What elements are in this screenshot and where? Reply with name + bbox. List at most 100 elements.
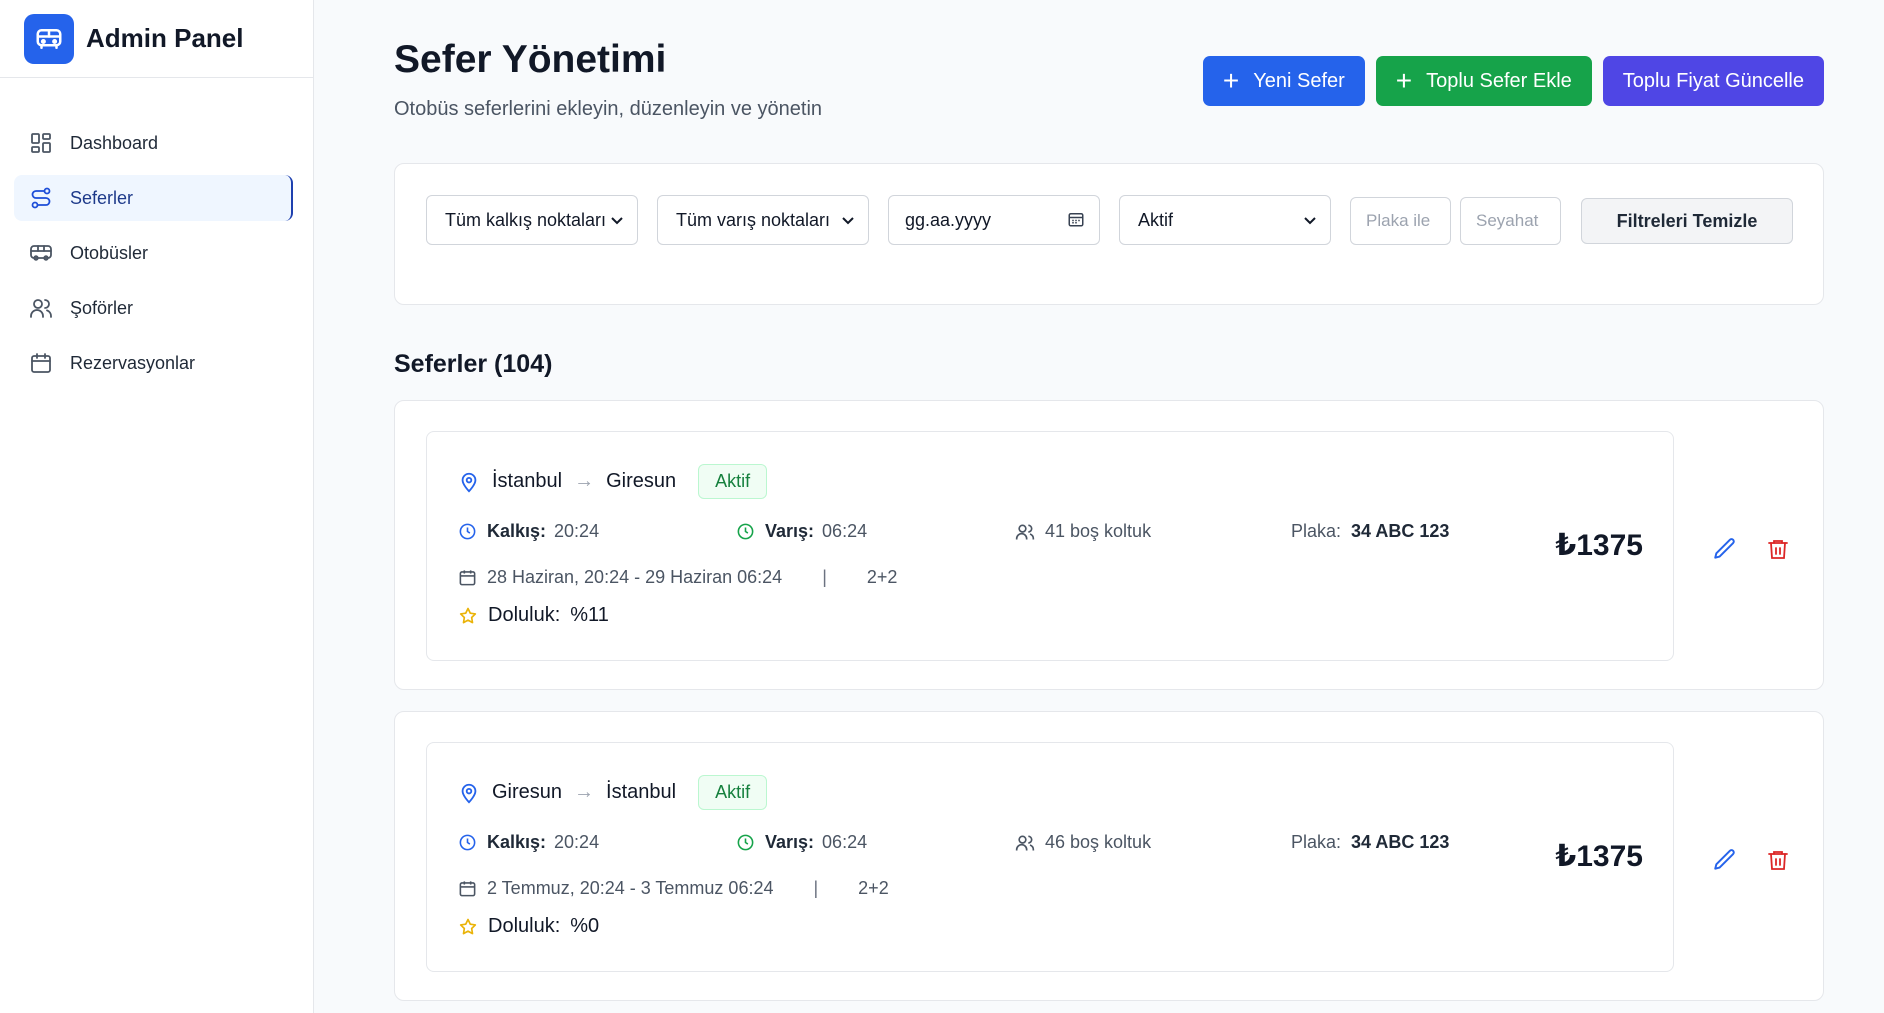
empty-seats: 41 boş koltuk [1045, 521, 1152, 541]
pencil-icon [1712, 536, 1738, 567]
arrival-info: Varış: 06:24 [736, 521, 867, 542]
trash-icon [1766, 847, 1790, 878]
page-title: Sefer Yönetimi [394, 38, 667, 81]
status-select[interactable]: Aktif [1119, 195, 1331, 245]
header-actions: + Yeni Sefer + Toplu Sefer Ekle Toplu Fi… [1202, 56, 1824, 106]
occupancy-info: Doluluk: %0 [458, 915, 599, 938]
trip-schedule: 28 Haziran, 20:24 - 29 Haziran 06:24 | 2… [458, 567, 897, 588]
departure-label: Kalkış: [487, 832, 547, 852]
occupancy-value: %0 [570, 915, 600, 937]
clear-filters-button[interactable]: Filtreleri Temizle [1581, 198, 1793, 244]
seat-layout: 2+2 [858, 878, 889, 898]
seat-layout: 2+2 [866, 567, 898, 587]
bus-icon [24, 13, 74, 64]
arrow-right-icon: → [574, 470, 595, 492]
trips-list-title: Seferler (104) [394, 350, 553, 378]
trip-card: Giresun → İstanbul Aktif Kalkış: 20:24 V… [394, 711, 1824, 1001]
sidebar-item-rezervasyonlar[interactable]: Rezervasyonlar [14, 340, 293, 386]
edit-trip-button[interactable] [1705, 531, 1745, 571]
route-icon [28, 185, 54, 211]
clock-icon [458, 833, 477, 852]
arrival-select-value: Tüm varış noktaları [676, 209, 831, 230]
clock-icon [736, 833, 755, 852]
calendar-icon [458, 568, 477, 587]
sidebar-item-dashboard[interactable]: Dashboard [14, 120, 293, 166]
plate-info: Plaka: 34 ABC 123 [1291, 832, 1449, 853]
separator: | [813, 878, 819, 898]
clock-icon [736, 522, 755, 541]
route-to: Giresun [606, 470, 677, 492]
seats-info: 41 boş koltuk [1015, 521, 1151, 542]
trip-details: İstanbul → Giresun Aktif Kalkış: 20:24 V… [426, 431, 1674, 661]
separator: | [822, 567, 827, 587]
edit-trip-button[interactable] [1705, 842, 1745, 882]
trash-icon [1766, 536, 1790, 567]
plate-value: 34 ABC 123 [1351, 832, 1450, 852]
arrival-time: 06:24 [822, 832, 868, 852]
brand: Admin Panel [0, 0, 313, 78]
users-icon [1015, 833, 1035, 853]
departure-time: 20:24 [554, 832, 600, 852]
trip-schedule: 2 Temmuz, 20:24 - 3 Temmuz 06:24 | 2+2 [458, 878, 889, 899]
departure-info: Kalkış: 20:24 [458, 832, 599, 853]
chevron-down-icon [840, 210, 856, 235]
plate-info: Plaka: 34 ABC 123 [1291, 521, 1449, 542]
departure-time: 20:24 [554, 521, 600, 541]
arrival-select[interactable]: Tüm varış noktaları [657, 195, 869, 245]
plate-value: 34 ABC 123 [1351, 521, 1450, 541]
occupancy-value: %11 [570, 604, 609, 626]
trip-route: Giresun → İstanbul Aktif [458, 775, 768, 810]
sidebar-item-seferler[interactable]: Seferler [14, 175, 293, 221]
bulk-add-label: Toplu Sefer Ekle [1426, 69, 1572, 92]
filters-panel: Tüm kalkış noktaları Tüm varış noktaları… [394, 163, 1824, 305]
sidebar-item-soforler[interactable]: Şoförler [14, 285, 293, 331]
trip-price: ₺1375 [1555, 840, 1643, 873]
departure-select[interactable]: Tüm kalkış noktaları [426, 195, 638, 245]
plus-icon: + [1222, 65, 1240, 96]
occupancy-label: Doluluk: [488, 604, 561, 626]
occupancy-info: Doluluk: %11 [458, 604, 609, 627]
departure-select-value: Tüm kalkış noktaları [445, 209, 607, 230]
plate-label: Plaka: [1291, 521, 1342, 541]
calendar-icon [458, 879, 477, 898]
route-from: Giresun [492, 781, 563, 803]
date-input-placeholder: gg.aa.yyyy [905, 209, 992, 230]
arrival-label: Varış: [765, 832, 815, 852]
trip-price: ₺1375 [1555, 529, 1643, 562]
delete-trip-button[interactable] [1758, 842, 1798, 882]
route-from: İstanbul [492, 470, 563, 492]
sidebar-item-label: Otobüsler [70, 242, 149, 263]
bulk-add-trip-button[interactable]: + Toplu Sefer Ekle [1375, 56, 1592, 106]
status-badge: Aktif [698, 464, 768, 499]
trip-filter-placeholder: Seyahat [1476, 211, 1539, 230]
page-subtitle: Otobüs seferlerini ekleyin, düzenleyin v… [394, 98, 823, 120]
trip-filter-input[interactable]: Seyahat [1460, 197, 1561, 245]
sidebar-item-label: Rezervasyonlar [70, 352, 196, 373]
sidebar-item-otobusler[interactable]: Otobüsler [14, 230, 293, 276]
plate-filter-placeholder: Plaka ile [1366, 211, 1431, 230]
trip-card: İstanbul → Giresun Aktif Kalkış: 20:24 V… [394, 400, 1824, 690]
status-select-value: Aktif [1138, 209, 1174, 230]
arrow-right-icon: → [574, 781, 595, 803]
plate-label: Plaka: [1291, 832, 1342, 852]
sidebar-item-label: Seferler [70, 187, 134, 208]
delete-trip-button[interactable] [1758, 531, 1798, 571]
bus-icon [28, 240, 54, 266]
date-input[interactable]: gg.aa.yyyy [888, 195, 1100, 245]
trip-dates: 28 Haziran, 20:24 - 29 Haziran 06:24 [487, 567, 783, 587]
occupancy-label: Doluluk: [488, 915, 561, 937]
plus-icon: + [1395, 65, 1413, 96]
app-title: Admin Panel [86, 23, 244, 53]
star-icon [458, 606, 478, 626]
bulk-price-update-button[interactable]: Toplu Fiyat Güncelle [1602, 56, 1824, 106]
sidebar-nav: Dashboard Seferler Otobüsler Şoförler Re… [0, 78, 313, 386]
plate-filter-input[interactable]: Plaka ile [1350, 197, 1451, 245]
new-trip-button[interactable]: + Yeni Sefer [1202, 56, 1365, 106]
map-pin-icon [458, 781, 480, 805]
calendar-icon[interactable] [1067, 210, 1085, 233]
users-icon [1015, 522, 1035, 542]
users-icon [28, 295, 54, 321]
departure-label: Kalkış: [487, 521, 547, 541]
arrival-label: Varış: [765, 521, 815, 541]
departure-info: Kalkış: 20:24 [458, 521, 599, 542]
